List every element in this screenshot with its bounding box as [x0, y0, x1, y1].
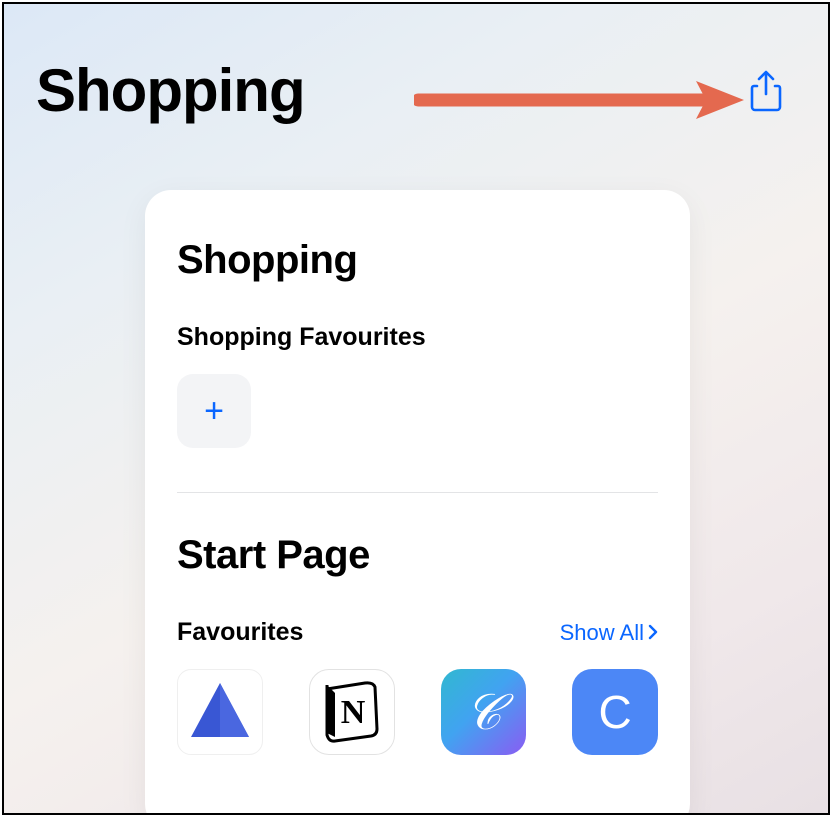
show-all-button[interactable]: Show All	[560, 620, 658, 646]
header: Shopping	[4, 4, 828, 125]
triangle-icon	[187, 681, 253, 744]
card-section-title-shopping: Shopping	[177, 238, 658, 283]
favourites-heading: Favourites	[177, 618, 303, 647]
card-section-title-startpage: Start Page	[177, 533, 658, 578]
plus-icon: +	[204, 394, 224, 428]
favourite-tile-4[interactable]: C	[572, 669, 658, 755]
favourites-row-header: Favourites Show All	[177, 618, 658, 647]
notion-n-icon: N	[317, 675, 387, 750]
content-card: Shopping Shopping Favourites + Start Pag…	[145, 190, 690, 815]
canva-c-icon: 𝒞	[465, 683, 501, 742]
page-title: Shopping	[36, 56, 305, 125]
favourite-tile-2[interactable]: N	[309, 669, 395, 755]
add-favourite-button[interactable]: +	[177, 374, 251, 448]
shopping-favourites-heading: Shopping Favourites	[177, 323, 658, 352]
favourites-tiles: N 𝒞 C	[177, 669, 658, 755]
share-button[interactable]	[744, 69, 788, 113]
show-all-label: Show All	[560, 620, 644, 646]
share-icon	[748, 70, 784, 112]
divider	[177, 492, 658, 493]
chevron-right-icon	[648, 620, 658, 646]
favourite-tile-1[interactable]	[177, 669, 263, 755]
letter-c-icon: C	[599, 685, 632, 739]
app-frame: Shopping Shopping Shopping Favourites + …	[2, 2, 830, 815]
svg-text:N: N	[340, 694, 365, 731]
favourite-tile-3[interactable]: 𝒞	[441, 669, 527, 755]
